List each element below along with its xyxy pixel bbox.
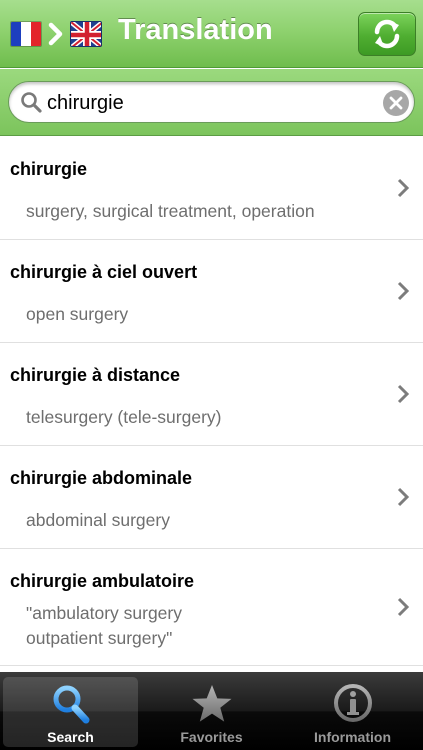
chevron-right-icon [397,597,410,617]
tab-bar: Search Favorites Information [0,672,423,750]
result-translation: surgery, surgical treatment, operation [26,201,315,221]
list-item[interactable]: chirurgie abdominale abdominal surgery [0,446,423,549]
info-icon [333,684,372,722]
page-title: Translation [118,14,273,46]
result-term: chirurgie ambulatoire [10,571,195,591]
result-term: chirurgie [10,159,88,179]
swap-languages-icon [374,19,400,49]
result-translation: open surgery [26,304,129,324]
star-icon [192,685,231,722]
tab-search[interactable]: Search [0,672,141,750]
list-item[interactable]: chirurgie à distance telesurgery (tele-s… [0,343,423,446]
clear-icon[interactable] [383,90,409,116]
tab-favorites[interactable]: Favorites [141,672,282,750]
language-pair [10,20,102,48]
search-icon [53,685,89,724]
result-term: chirurgie à distance [10,365,181,385]
list-item[interactable]: chirurgie à ciel ouvert open surgery [0,240,423,343]
results-list: chirurgie surgery, surgical treatment, o… [0,137,423,672]
search-input[interactable] [47,88,377,118]
chevron-right-icon [397,281,410,301]
result-term: chirurgie abdominale [10,468,193,488]
result-translation: "ambulatory surgery outpatient surgery" [26,603,182,648]
tab-label: Favorites [180,729,243,745]
list-item[interactable]: chirurgie surgery, surgical treatment, o… [0,137,423,240]
chevron-right-icon [397,384,410,404]
list-item[interactable]: chirurgie ambulatoire "ambulatory surger… [0,549,423,666]
result-translation: telesurgery (tele-surgery) [26,407,222,427]
chevron-right-icon [397,178,410,198]
search-bar [0,69,423,136]
search-icon [21,92,42,113]
tab-label: Search [47,729,94,745]
result-term: chirurgie à ciel ouvert [10,262,198,282]
chevron-right-icon [397,487,410,507]
flag-france-icon [10,21,42,47]
flag-uk-icon [70,21,102,47]
result-translation: abdominal surgery [26,510,170,530]
swap-languages-button[interactable] [358,12,416,56]
tab-label: Information [314,729,391,745]
search-field[interactable] [8,81,415,123]
tab-information[interactable]: Information [282,672,423,750]
chevron-right-icon [48,22,63,46]
navigation-bar: Translation [0,0,423,68]
